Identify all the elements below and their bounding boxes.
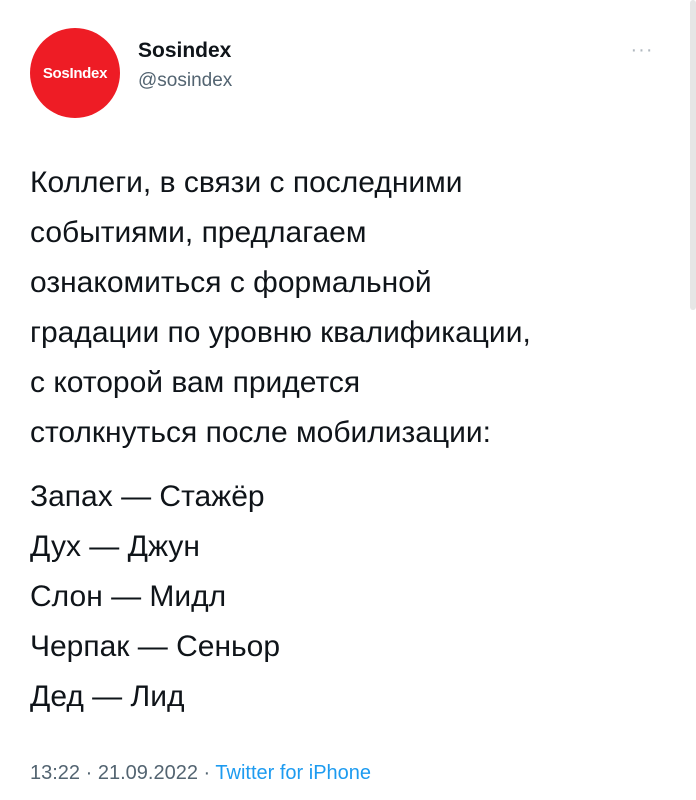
- tweet-metadata: 13:22 · 21.09.2022 · Twitter for iPhone: [30, 762, 371, 785]
- tweet-header: SosIndex Sosindex @sosindex: [30, 28, 232, 118]
- grade-item: Слон — Мидл: [30, 580, 227, 613]
- more-horizontal-icon: ···: [630, 38, 654, 61]
- display-name[interactable]: Sosindex: [138, 38, 232, 64]
- meta-separator: ·: [203, 762, 211, 784]
- tweet-source-link[interactable]: Twitter for iPhone: [215, 762, 371, 784]
- tweet-line: Коллеги, в связи с последними: [30, 166, 463, 199]
- author-names: Sosindex @sosindex: [138, 38, 232, 94]
- meta-separator: ·: [85, 762, 93, 784]
- grade-item: Черпак — Сеньор: [30, 630, 281, 663]
- grades-list: Запах — Стажёр Дух — Джун Слон — Мидл Че…: [30, 472, 670, 722]
- avatar[interactable]: SosIndex: [30, 28, 120, 118]
- grade-item: Запах — Стажёр: [30, 480, 265, 513]
- tweet-date[interactable]: 21.09.2022: [98, 762, 198, 784]
- more-options-button[interactable]: ···: [624, 38, 660, 61]
- tweet-line: столкнуться после мобилизации:: [30, 416, 492, 449]
- avatar-logo-text: SosIndex: [42, 64, 108, 82]
- tweet-card: SosIndex Sosindex @sosindex ··· Коллеги,…: [0, 0, 696, 800]
- tweet-line: событиями, предлагаем: [30, 216, 367, 249]
- user-handle[interactable]: @sosindex: [138, 68, 232, 94]
- tweet-line: градации по уровню квалификации,: [30, 316, 531, 349]
- grade-item: Дух — Джун: [30, 530, 200, 563]
- grade-item: Дед — Лид: [30, 680, 185, 713]
- tweet-line: с которой вам придется: [30, 366, 361, 399]
- tweet-line: ознакомиться с формальной: [30, 266, 432, 299]
- tweet-text: Коллеги, в связи с последними событиями,…: [30, 158, 670, 458]
- scrollbar[interactable]: [690, 0, 696, 310]
- tweet-time[interactable]: 13:22: [30, 762, 80, 784]
